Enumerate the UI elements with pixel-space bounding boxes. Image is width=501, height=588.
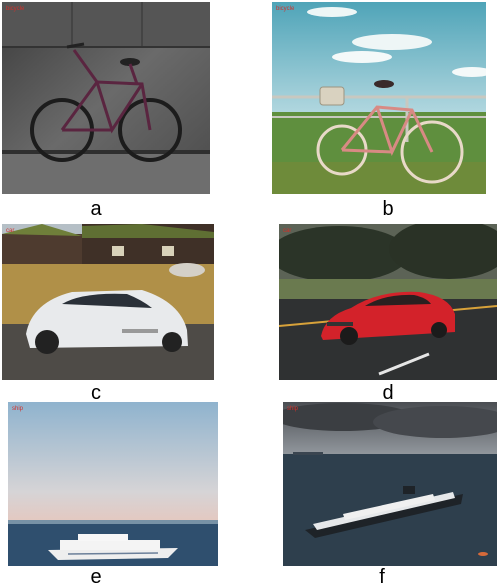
caption-c: c [91, 382, 101, 404]
photo-a-bicycle-wall: bicycle [2, 2, 210, 194]
watermark: car [283, 228, 292, 234]
watermark: bicycle [276, 6, 295, 12]
watermark: ship [287, 406, 299, 412]
watermark: bicycle [6, 6, 25, 12]
caption-d: d [382, 382, 394, 404]
photo-b-bicycle-railing: bicycle [272, 2, 486, 194]
photo-d-red-car: car [279, 224, 497, 380]
photo-f-cruise-ship: ship [283, 402, 497, 566]
watermark: ship [12, 406, 24, 412]
caption-a: a [90, 198, 102, 220]
watermark: car [6, 228, 15, 234]
caption-e: e [90, 566, 102, 588]
caption-f: f [379, 566, 385, 588]
photo-e-white-ship: ship [8, 402, 218, 566]
caption-b: b [382, 198, 394, 220]
photo-c-white-sports-car: car [2, 224, 214, 380]
